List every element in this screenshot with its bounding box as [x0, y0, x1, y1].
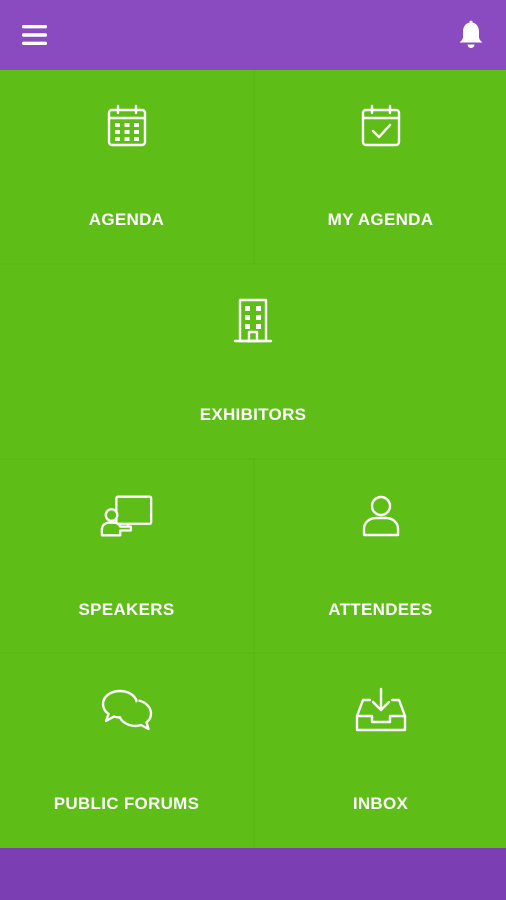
- attendees-label: ATTENDEES: [328, 600, 433, 619]
- chat-bubbles-icon: [99, 682, 155, 738]
- bell-icon[interactable]: [450, 14, 492, 56]
- app-screen: AGENDA MY AGENDA EXHIBITORS SPEAKERS ATT…: [0, 0, 506, 900]
- inbox-download-icon: [353, 682, 409, 738]
- inbox-tile[interactable]: INBOX: [255, 654, 506, 848]
- agenda-tile[interactable]: AGENDA: [0, 70, 253, 263]
- agenda-label: AGENDA: [88, 210, 165, 229]
- top-app-bar: [0, 0, 506, 70]
- building-icon: [225, 293, 281, 349]
- public-forums-tile[interactable]: PUBLIC FORUMS: [0, 654, 253, 848]
- speakers-tile[interactable]: SPEAKERS: [0, 460, 253, 652]
- presenter-board-icon: [99, 488, 155, 544]
- my-agenda-tile[interactable]: MY AGENDA: [255, 70, 506, 263]
- exhibitors-label: EXHIBITORS: [199, 405, 307, 424]
- calendar-check-icon: [353, 98, 409, 154]
- calendar-icon: [99, 98, 155, 154]
- attendees-tile[interactable]: ATTENDEES: [255, 460, 506, 652]
- inbox-label: INBOX: [352, 794, 409, 813]
- exhibitors-tile[interactable]: EXHIBITORS: [0, 265, 506, 458]
- bottom-bar: [0, 848, 506, 900]
- public-forums-label: PUBLIC FORUMS: [53, 794, 200, 813]
- my-agenda-label: MY AGENDA: [327, 210, 434, 229]
- navigation-grid: AGENDA MY AGENDA EXHIBITORS SPEAKERS ATT…: [0, 70, 506, 848]
- speakers-label: SPEAKERS: [78, 600, 175, 619]
- hamburger-menu-icon[interactable]: [14, 14, 56, 56]
- person-icon: [353, 488, 409, 544]
